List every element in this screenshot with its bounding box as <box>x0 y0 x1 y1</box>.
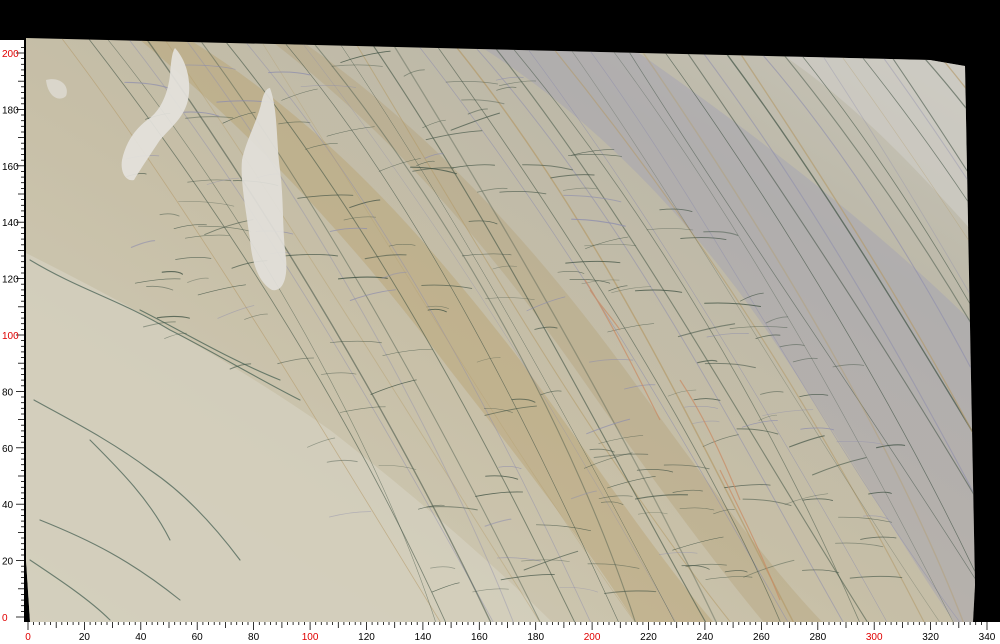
ruler-bottom-label: 220 <box>640 632 657 643</box>
ruler-bottom-label: 140 <box>415 632 432 643</box>
ruler-left-label: 140 <box>2 218 19 229</box>
ruler-left-label: 120 <box>2 275 19 286</box>
ruler-bottom-label: 120 <box>358 632 375 643</box>
ruler-bottom-label: 300 <box>866 632 883 643</box>
ruler-bottom-label: 320 <box>922 632 939 643</box>
stone-slab <box>26 38 975 622</box>
ruler-bottom-label: 240 <box>697 632 714 643</box>
ruler-bottom-label: 280 <box>809 632 826 643</box>
ruler-bottom-label: 200 <box>584 632 601 643</box>
ruler-left-label: 160 <box>2 162 19 173</box>
ruler-left-label: 180 <box>2 105 19 116</box>
ruler-left-strip <box>0 40 24 644</box>
ruler-bottom-label: 80 <box>248 632 260 643</box>
ruler-bottom-label: 260 <box>753 632 770 643</box>
slab-scene: 0 20 40 60 80 100 120 140 160 180 200 220 240 260 280 3… <box>0 0 1000 644</box>
ruler-bottom-label: 60 <box>192 632 204 643</box>
ruler-left-label: 100 <box>2 331 19 342</box>
ruler-left-label: 20 <box>2 557 14 568</box>
ruler-left: 0 20 40 60 80 100 120 140 160 180 200 <box>0 40 24 644</box>
ruler-bottom-label: 40 <box>135 632 147 643</box>
ruler-left-label: 0 <box>2 613 8 624</box>
ruler-left-label: 60 <box>2 444 14 455</box>
ruler-bottom-label: 180 <box>527 632 544 643</box>
ruler-left-label: 80 <box>2 387 14 398</box>
ruler-bottom-label: 0 <box>25 632 31 643</box>
ruler-bottom-strip <box>24 622 1000 644</box>
ruler-left-label: 40 <box>2 500 14 511</box>
ruler-bottom-label: 20 <box>79 632 91 643</box>
ruler-left-label: 200 <box>2 49 19 60</box>
ruler-bottom-label: 100 <box>302 632 319 643</box>
ruler-bottom: 0 20 40 60 80 100 120 140 160 180 200 220 240 260 280 3… <box>24 622 1000 644</box>
ruler-bottom-label: 160 <box>471 632 488 643</box>
ruler-bottom-label: 340 <box>979 632 996 643</box>
